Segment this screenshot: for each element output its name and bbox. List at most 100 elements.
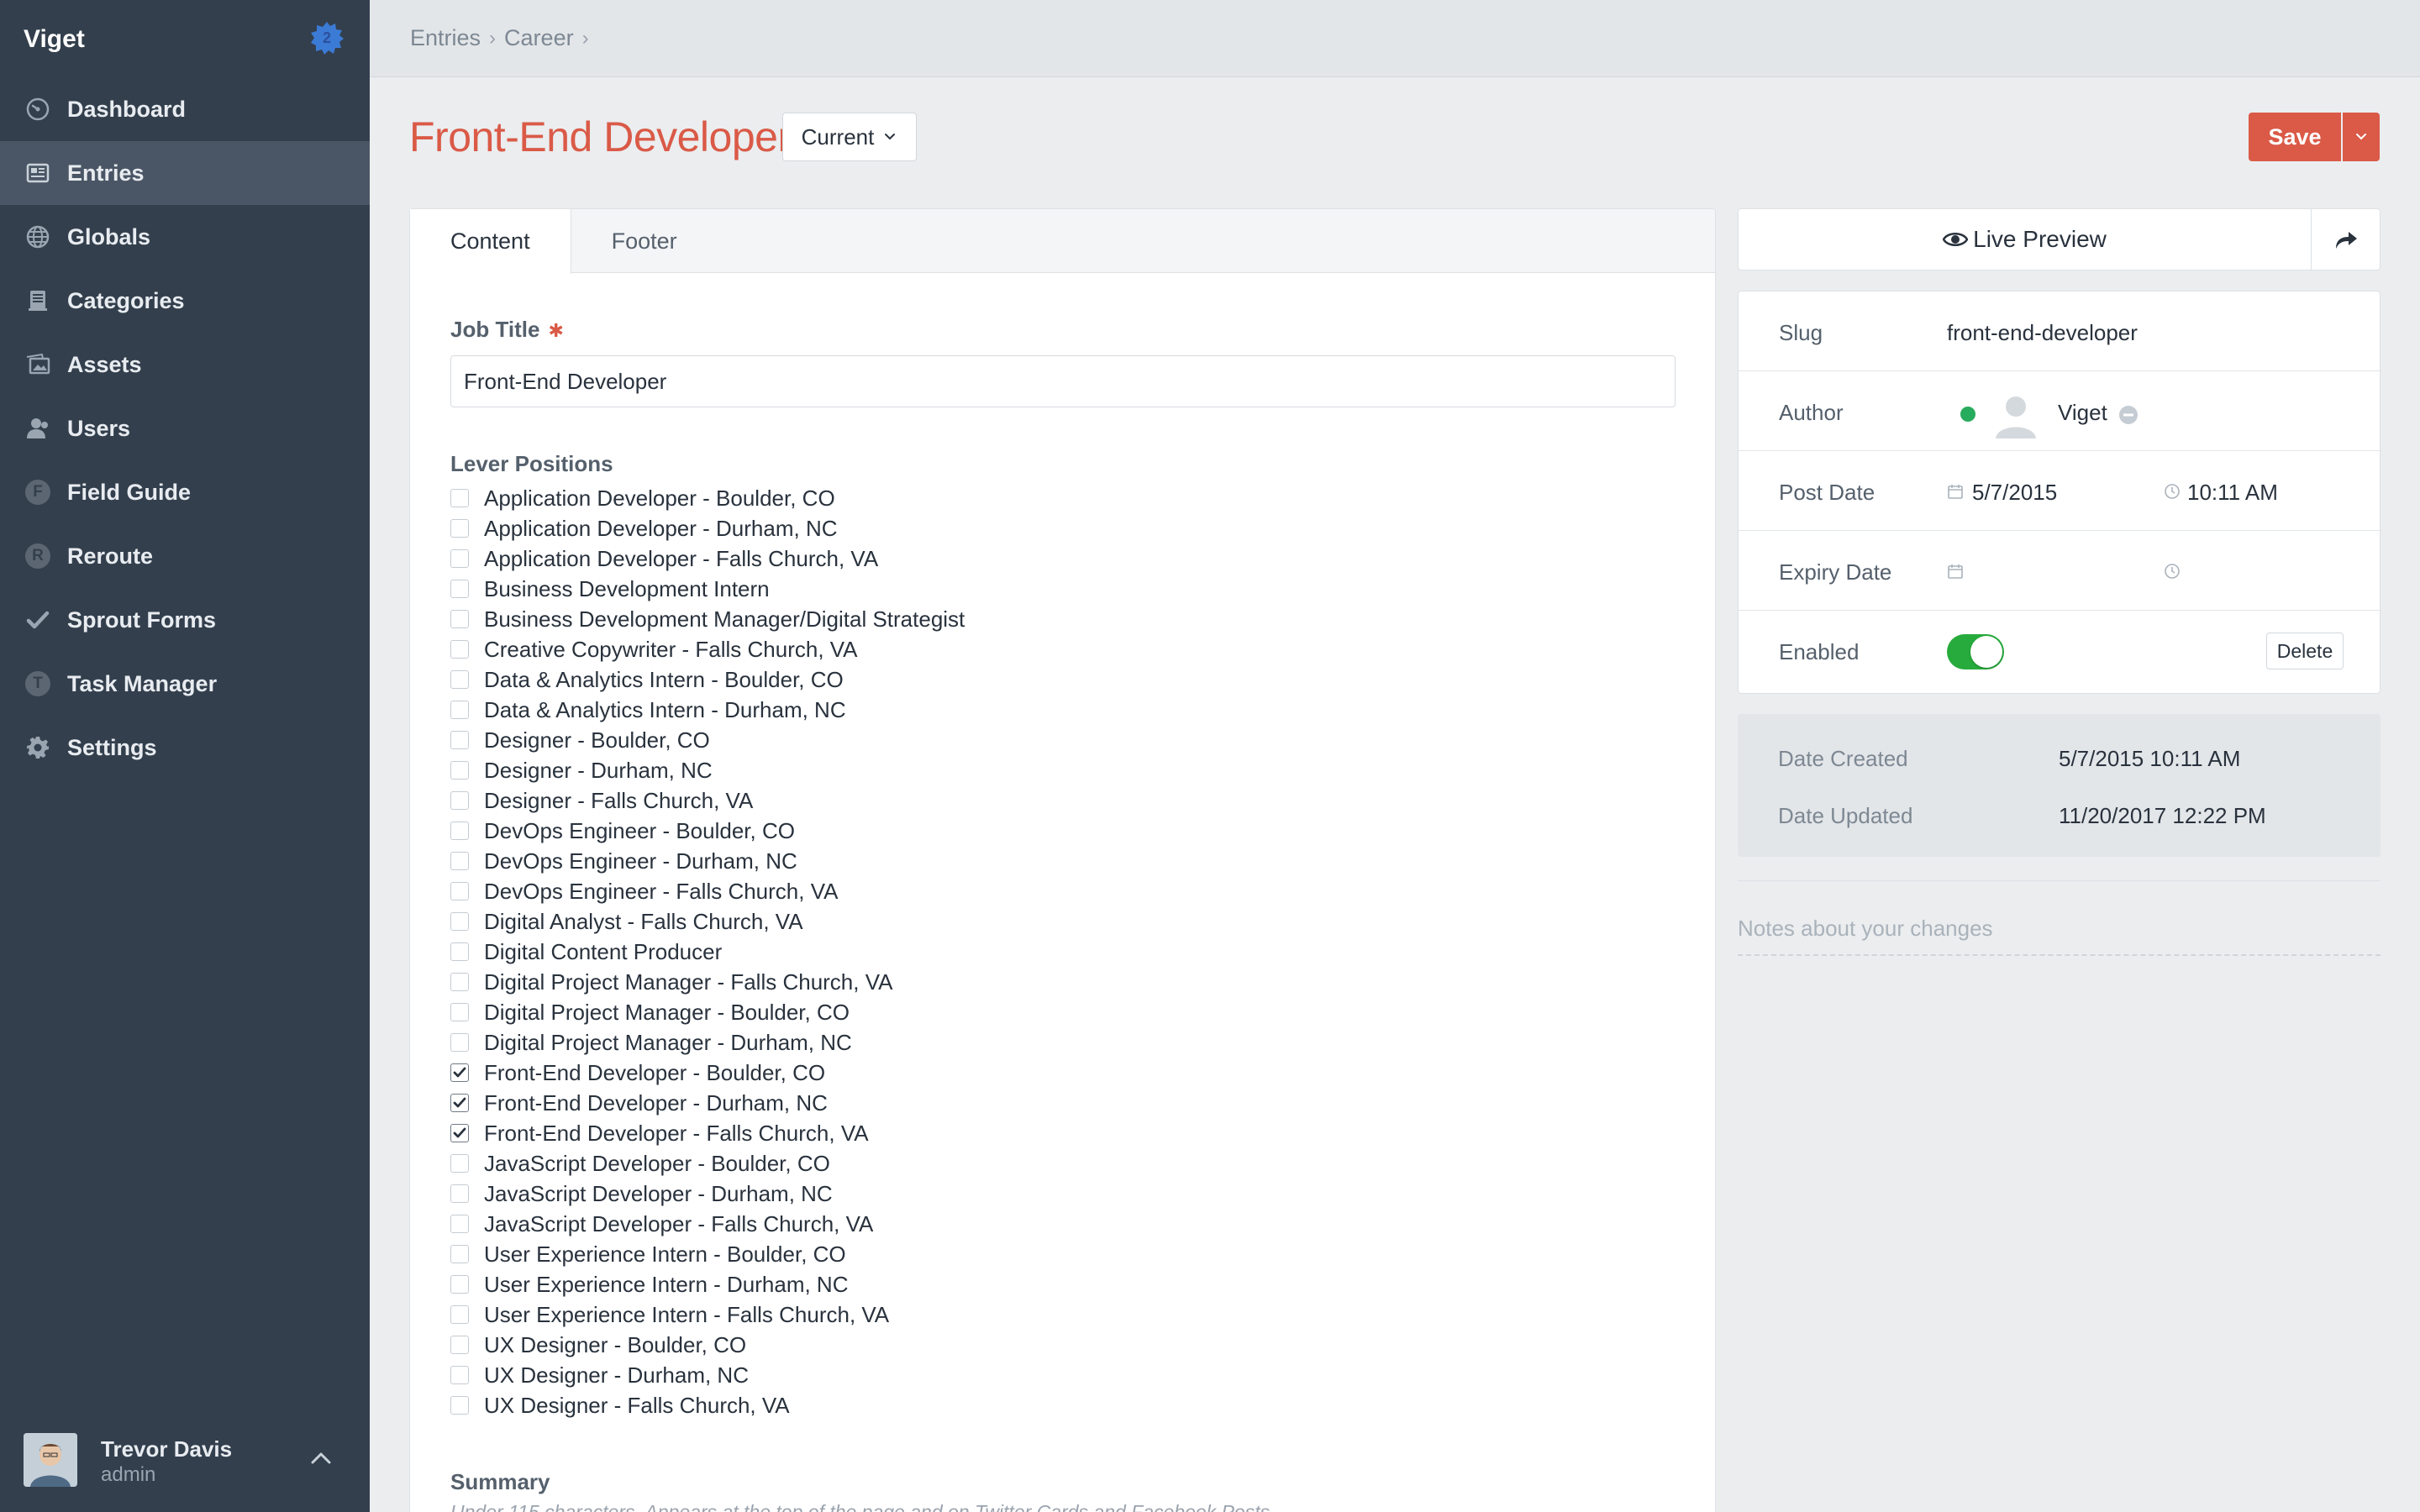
checkbox[interactable] xyxy=(450,1396,469,1415)
nav-item-users[interactable]: Users xyxy=(0,396,370,460)
lever-position-option[interactable]: Designer - Durham, NC xyxy=(450,755,1459,785)
checkbox[interactable] xyxy=(450,580,469,598)
lever-position-option[interactable]: Application Developer - Boulder, CO xyxy=(450,483,1459,513)
post-time-input[interactable]: 10:11 AM xyxy=(2187,480,2278,506)
checkbox[interactable] xyxy=(450,731,469,749)
tab-footer[interactable]: Footer xyxy=(571,209,718,273)
lever-position-option[interactable]: JavaScript Developer - Falls Church, VA xyxy=(450,1209,1459,1239)
checkbox[interactable] xyxy=(450,701,469,719)
lever-position-option[interactable]: DevOps Engineer - Falls Church, VA xyxy=(450,876,1459,906)
lever-position-option[interactable]: Business Development Intern xyxy=(450,574,1459,604)
checkbox[interactable] xyxy=(450,1215,469,1233)
checkbox[interactable] xyxy=(450,1184,469,1203)
nav-item-categories[interactable]: Categories xyxy=(0,269,370,333)
checkbox[interactable] xyxy=(450,1003,469,1021)
job-title-input[interactable]: Front-End Developer xyxy=(450,355,1676,407)
checkbox-checked[interactable] xyxy=(450,1094,469,1112)
checkbox-checked[interactable] xyxy=(450,1063,469,1082)
user-menu[interactable]: Trevor Davis admin xyxy=(24,1433,360,1490)
breadcrumb-career[interactable]: Career xyxy=(504,25,574,51)
checkbox[interactable] xyxy=(450,1154,469,1173)
nav-item-field-guide[interactable]: F Field Guide xyxy=(0,460,370,524)
checkbox[interactable] xyxy=(450,549,469,568)
lever-position-option[interactable]: Front-End Developer - Falls Church, VA xyxy=(450,1118,1459,1148)
live-preview-button[interactable]: Live Preview xyxy=(1739,209,2311,270)
breadcrumb-entries[interactable]: Entries xyxy=(410,25,481,51)
lever-position-option[interactable]: Digital Content Producer xyxy=(450,937,1459,967)
nav-item-globals[interactable]: Globals xyxy=(0,205,370,269)
lever-position-option[interactable]: User Experience Intern - Falls Church, V… xyxy=(450,1299,1459,1330)
checkbox[interactable] xyxy=(450,1245,469,1263)
lever-position-label: User Experience Intern - Durham, NC xyxy=(484,1271,849,1297)
delete-button[interactable]: Delete xyxy=(2266,633,2344,669)
revision-dropdown[interactable]: Current xyxy=(782,113,917,161)
lever-position-option[interactable]: UX Designer - Falls Church, VA xyxy=(450,1390,1459,1420)
checkbox[interactable] xyxy=(450,822,469,840)
nav-item-settings[interactable]: Settings xyxy=(0,716,370,780)
checkbox[interactable] xyxy=(450,1305,469,1324)
save-button[interactable]: Save xyxy=(2249,113,2341,161)
lever-position-option[interactable]: Digital Project Manager - Falls Church, … xyxy=(450,967,1459,997)
revision-notes-input[interactable]: Notes about your changes xyxy=(1738,907,2381,956)
lever-position-option[interactable]: JavaScript Developer - Durham, NC xyxy=(450,1179,1459,1209)
lever-position-option[interactable]: Front-End Developer - Boulder, CO xyxy=(450,1058,1459,1088)
lever-position-option[interactable]: UX Designer - Boulder, CO xyxy=(450,1330,1459,1360)
slug-field[interactable]: front-end-developer xyxy=(1947,320,2138,346)
checkbox[interactable] xyxy=(450,670,469,689)
lever-position-option[interactable]: Application Developer - Durham, NC xyxy=(450,513,1459,543)
lever-position-option[interactable]: Front-End Developer - Durham, NC xyxy=(450,1088,1459,1118)
lever-position-option[interactable]: JavaScript Developer - Boulder, CO xyxy=(450,1148,1459,1179)
lever-position-label: Business Development Intern xyxy=(484,575,770,601)
checkbox[interactable] xyxy=(450,1336,469,1354)
checkbox[interactable] xyxy=(450,791,469,810)
checkbox[interactable] xyxy=(450,640,469,659)
nav-item-sprout-forms[interactable]: Sprout Forms xyxy=(0,588,370,652)
checkbox-checked[interactable] xyxy=(450,1124,469,1142)
lever-position-option[interactable]: Application Developer - Falls Church, VA xyxy=(450,543,1459,574)
nav-item-assets[interactable]: Assets xyxy=(0,333,370,396)
site-name[interactable]: Viget xyxy=(24,25,85,54)
clock-icon[interactable] xyxy=(2164,563,2181,580)
calendar-icon[interactable] xyxy=(1947,563,1964,580)
lever-position-option[interactable]: DevOps Engineer - Boulder, CO xyxy=(450,816,1459,846)
post-date-input[interactable]: 5/7/2015 xyxy=(1972,480,2057,506)
checkbox[interactable] xyxy=(450,852,469,870)
checkbox[interactable] xyxy=(450,1033,469,1052)
lever-position-option[interactable]: Digital Project Manager - Durham, NC xyxy=(450,1027,1459,1058)
notification-badge[interactable]: 2 xyxy=(309,20,345,55)
lever-position-option[interactable]: Digital Project Manager - Boulder, CO xyxy=(450,997,1459,1027)
checkbox[interactable] xyxy=(450,610,469,628)
lever-position-option[interactable]: Designer - Boulder, CO xyxy=(450,725,1459,755)
nav-item-reroute[interactable]: R Reroute xyxy=(0,524,370,588)
remove-author-icon[interactable] xyxy=(2118,405,2139,425)
share-button[interactable] xyxy=(2311,209,2380,270)
lever-position-option[interactable]: User Experience Intern - Durham, NC xyxy=(450,1269,1459,1299)
checkbox[interactable] xyxy=(450,882,469,900)
chevron-up-icon[interactable] xyxy=(304,1441,338,1475)
checkbox[interactable] xyxy=(450,912,469,931)
nav-item-dashboard[interactable]: Dashboard xyxy=(0,77,370,141)
entry-info: Date Created 5/7/2015 10:11 AM Date Upda… xyxy=(1738,714,2381,857)
checkbox[interactable] xyxy=(450,973,469,991)
checkbox[interactable] xyxy=(450,489,469,507)
lever-position-option[interactable]: Creative Copywriter - Falls Church, VA xyxy=(450,634,1459,664)
nav-item-entries[interactable]: Entries xyxy=(0,141,370,205)
checkbox[interactable] xyxy=(450,519,469,538)
lever-position-option[interactable]: Business Development Manager/Digital Str… xyxy=(450,604,1459,634)
nav-item-task-manager[interactable]: T Task Manager xyxy=(0,652,370,716)
breadcrumb-separator: › xyxy=(581,26,589,50)
lever-position-option[interactable]: User Experience Intern - Boulder, CO xyxy=(450,1239,1459,1269)
checkbox[interactable] xyxy=(450,942,469,961)
checkbox[interactable] xyxy=(450,1275,469,1294)
save-options-button[interactable] xyxy=(2343,113,2380,161)
lever-position-option[interactable]: Data & Analytics Intern - Durham, NC xyxy=(450,695,1459,725)
enabled-toggle[interactable] xyxy=(1947,634,2004,669)
lever-position-option[interactable]: Digital Analyst - Falls Church, VA xyxy=(450,906,1459,937)
checkbox[interactable] xyxy=(450,761,469,780)
lever-position-option[interactable]: DevOps Engineer - Durham, NC xyxy=(450,846,1459,876)
checkbox[interactable] xyxy=(450,1366,469,1384)
tab-content[interactable]: Content xyxy=(410,209,571,274)
lever-position-option[interactable]: Data & Analytics Intern - Boulder, CO xyxy=(450,664,1459,695)
lever-position-option[interactable]: UX Designer - Durham, NC xyxy=(450,1360,1459,1390)
lever-position-option[interactable]: Designer - Falls Church, VA xyxy=(450,785,1459,816)
